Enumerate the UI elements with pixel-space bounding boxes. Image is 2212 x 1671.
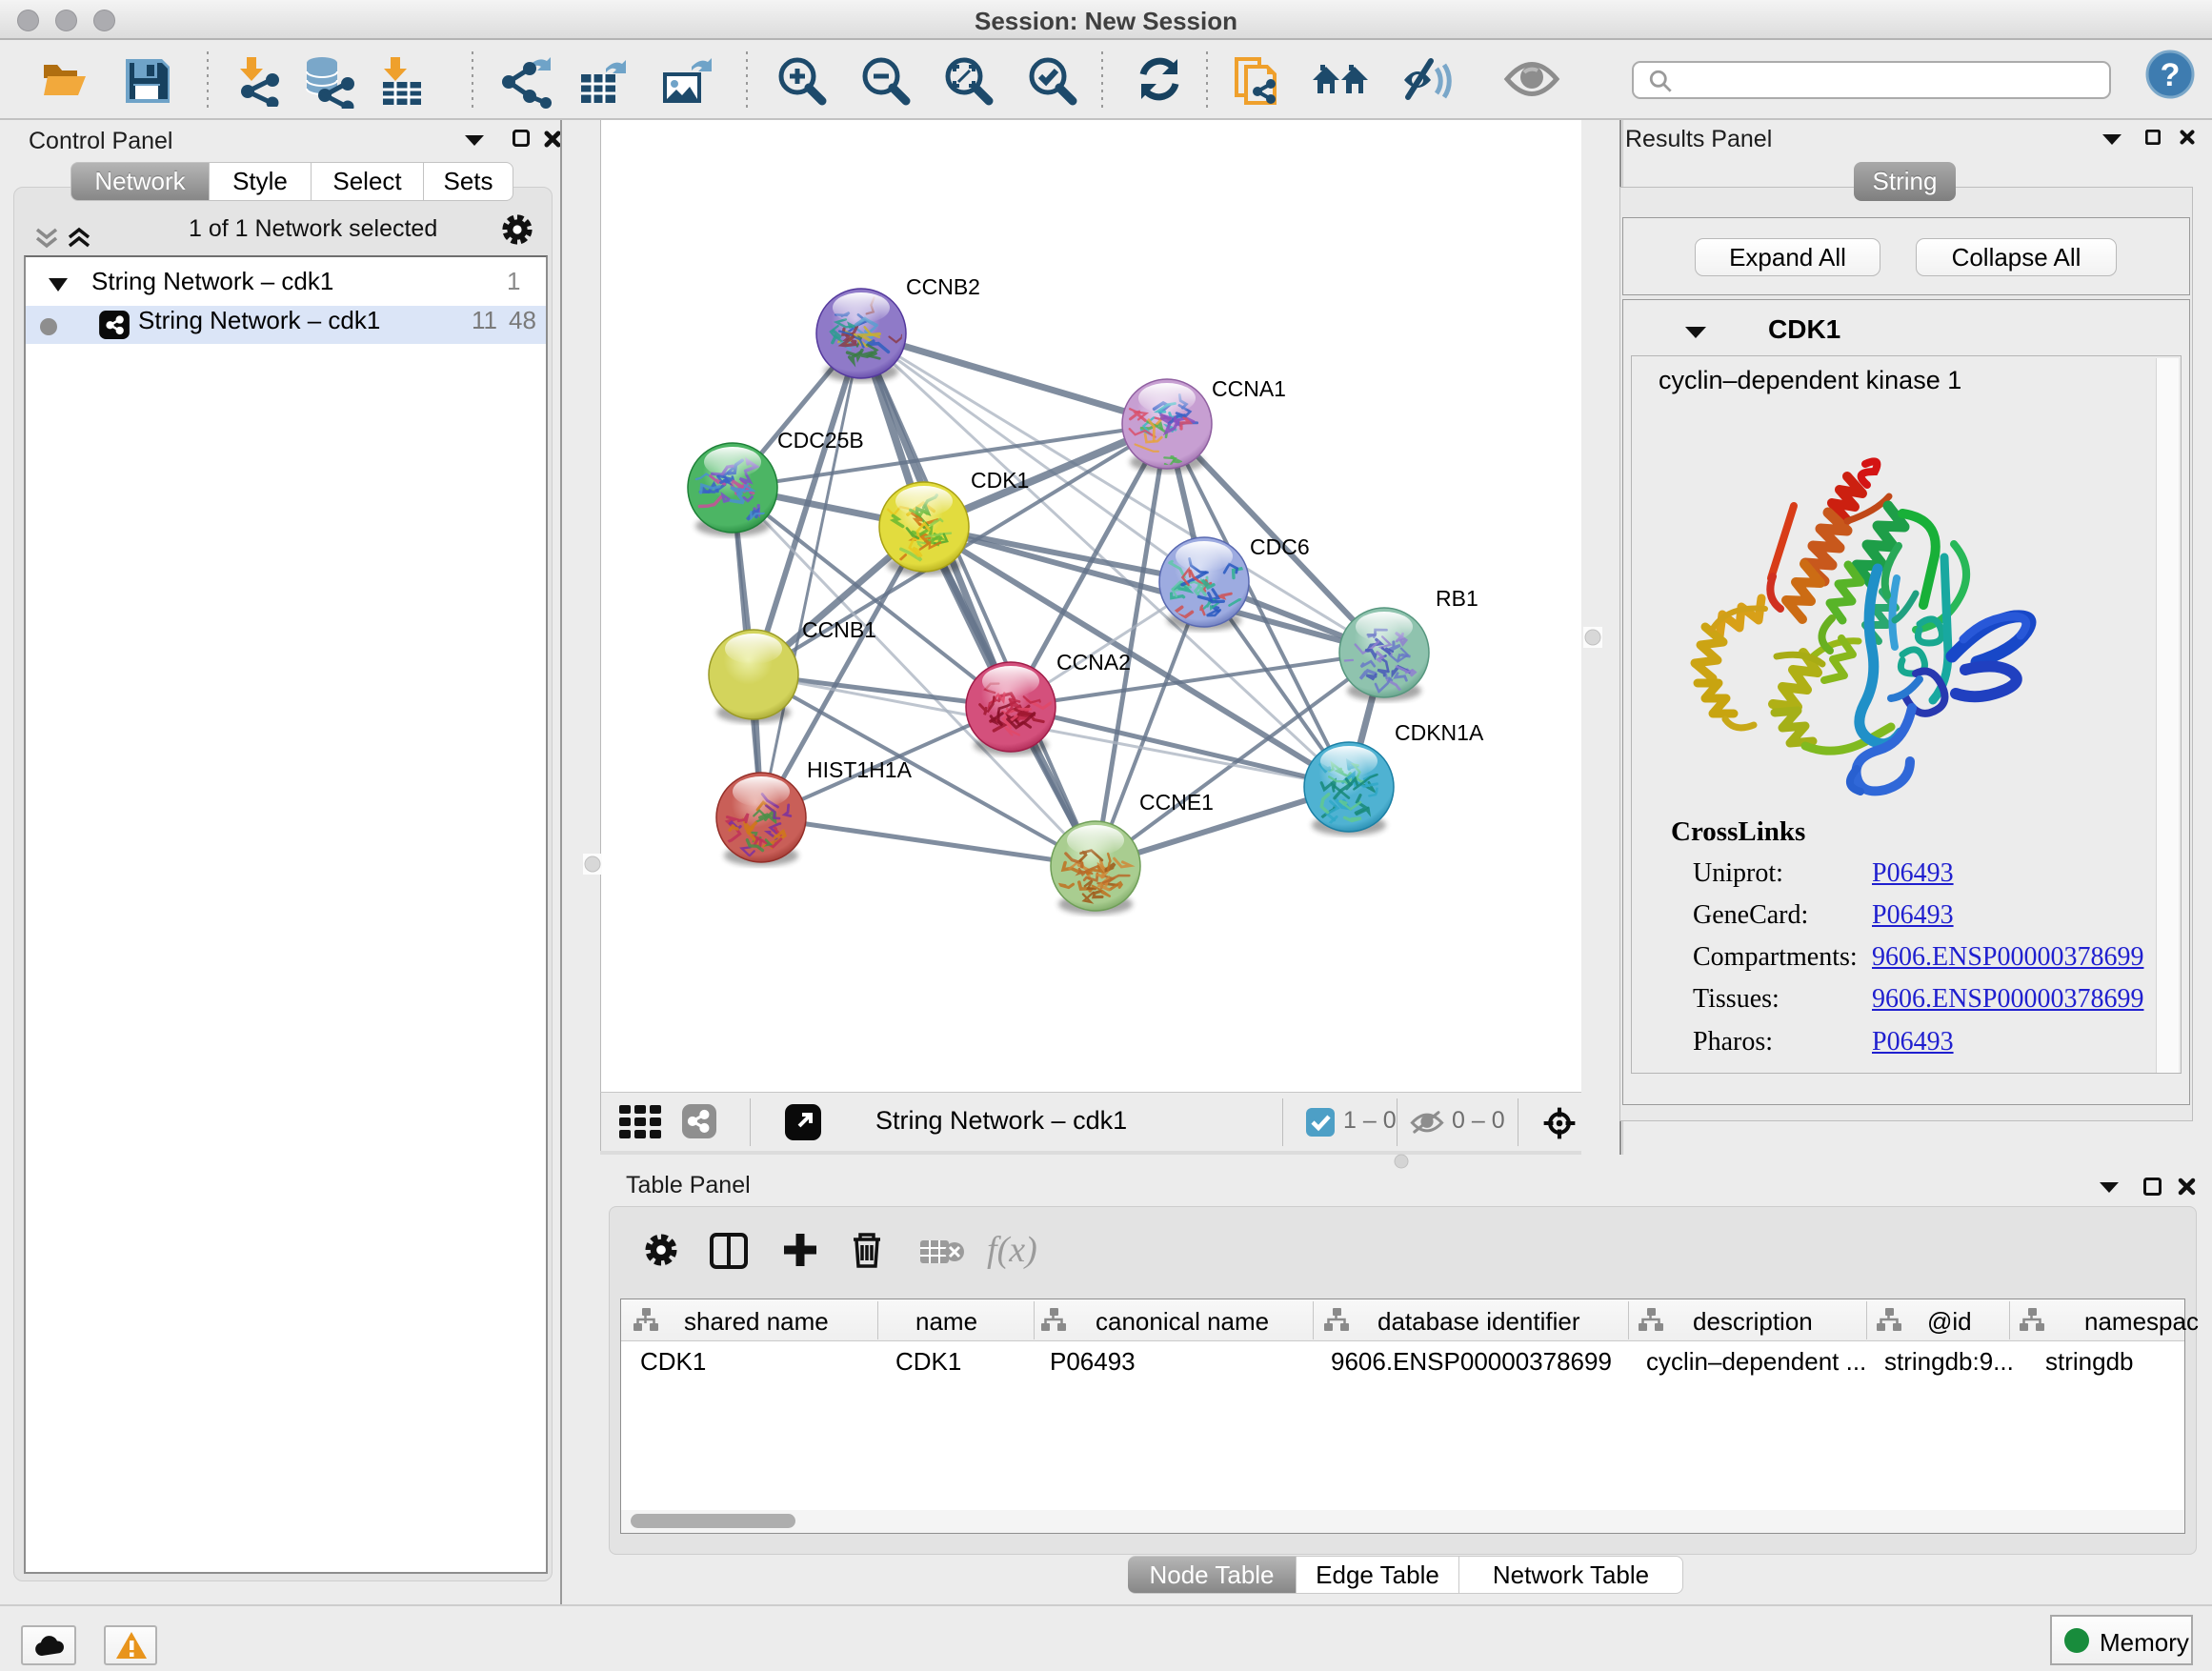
svg-text:?: ? <box>2161 57 2181 93</box>
svg-text:CDK1: CDK1 <box>971 468 1029 493</box>
svg-text:CDC6: CDC6 <box>1250 534 1310 559</box>
svg-text:CDC25B: CDC25B <box>777 428 864 453</box>
svg-text:CDKN1A: CDKN1A <box>1395 720 1484 745</box>
svg-text:CCNA1: CCNA1 <box>1212 376 1286 401</box>
svg-text:CCNB1: CCNB1 <box>802 617 876 642</box>
svg-text:CCNA2: CCNA2 <box>1056 650 1131 674</box>
svg-text:RB1: RB1 <box>1436 586 1478 611</box>
svg-text:HIST1H1A: HIST1H1A <box>807 757 913 782</box>
svg-text:CCNB2: CCNB2 <box>906 274 980 299</box>
svg-text:CCNE1: CCNE1 <box>1139 790 1214 815</box>
